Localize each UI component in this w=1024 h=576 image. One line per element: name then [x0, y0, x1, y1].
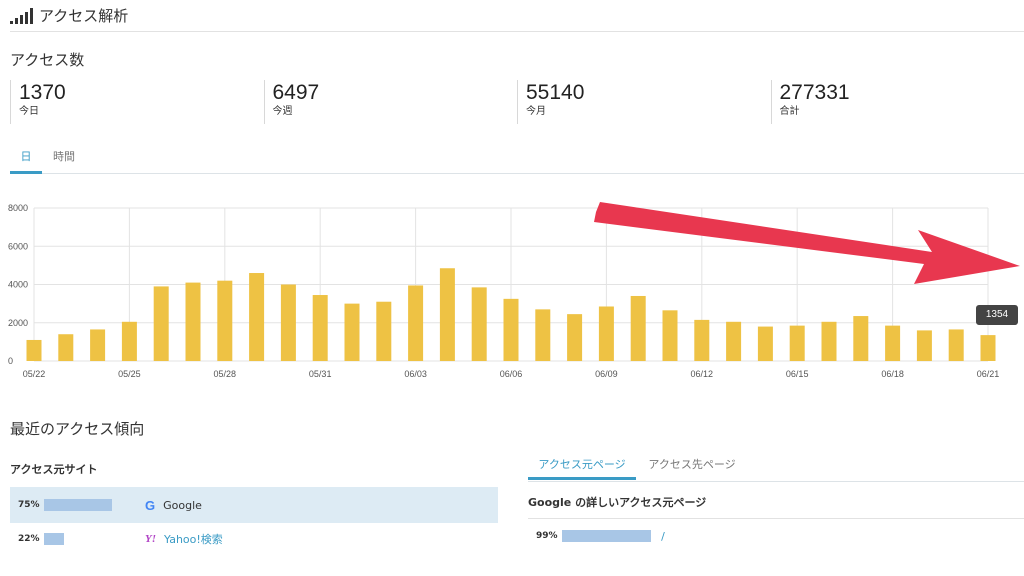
stat-month: 55140 今月: [517, 80, 771, 124]
red-arrow-annotation: [594, 202, 1020, 284]
chart-bar: [344, 303, 360, 361]
chart-bar: [948, 329, 964, 361]
chart-bar: [121, 321, 137, 361]
percent-bar: [562, 530, 652, 542]
page-title: アクセス解析: [39, 7, 129, 25]
chart-bar: [249, 273, 265, 361]
tab-day[interactable]: 日: [10, 146, 42, 174]
chart-bar: [471, 287, 487, 361]
chart-bar: [916, 330, 932, 361]
stat-value: 1370: [19, 81, 66, 104]
chart-bar: [217, 280, 233, 361]
percent-bar: [44, 499, 112, 511]
stat-value: 277331: [779, 81, 850, 104]
chart-bar: [821, 321, 837, 361]
stats-row: 1370 今日 6497 今週 55140 今月 277331 合計: [10, 80, 1024, 124]
x-tick-label: 06/09: [595, 369, 618, 379]
y-tick-label: 0: [8, 356, 13, 366]
source-row-yahoo[interactable]: 22% Y! Yahoo!検索: [10, 521, 498, 557]
chart-bar: [312, 295, 328, 361]
y-tick-label: 8000: [8, 203, 28, 213]
site-name: G Google: [145, 498, 202, 513]
period-tabs: 日 時間: [10, 146, 1024, 174]
stat-week: 6497 今週: [263, 80, 518, 124]
access-count-title: アクセス数: [10, 51, 85, 69]
chart-bar: [789, 325, 805, 361]
google-detail-title: Google の詳しいアクセス元ページ: [528, 496, 707, 509]
page-tabs: アクセス元ページ アクセス先ページ: [528, 452, 1024, 482]
percent-label: 22%: [18, 534, 40, 544]
tab-hour[interactable]: 時間: [46, 146, 82, 174]
signal-bars-icon: [10, 7, 33, 24]
chart-bar: [376, 301, 392, 361]
x-tick-label: 06/18: [881, 369, 904, 379]
x-tick-label: 05/22: [23, 369, 46, 379]
chart-bar: [980, 335, 996, 361]
y-tick-label: 2000: [8, 318, 28, 328]
chart-tooltip: 1354: [976, 305, 1018, 325]
x-tick-label: 06/03: [404, 369, 427, 379]
source-row-google[interactable]: 75% G Google: [10, 487, 498, 523]
y-tick-label: 6000: [8, 241, 28, 251]
x-tick-label: 06/06: [500, 369, 523, 379]
tab-destination-pages[interactable]: アクセス先ページ: [640, 452, 744, 480]
chart-bar: [630, 295, 646, 361]
chart-bar: [662, 310, 678, 361]
chart-bar: [598, 306, 614, 361]
page-path-link[interactable]: /: [661, 530, 665, 543]
x-tick-label: 06/15: [786, 369, 809, 379]
x-tick-label: 05/25: [118, 369, 141, 379]
chart-bar: [726, 321, 742, 361]
site-label: Google: [163, 498, 202, 512]
stat-label: 今日: [19, 106, 39, 117]
chart-bar: [567, 314, 583, 361]
chart-bar: [185, 282, 201, 361]
stat-value: 55140: [526, 81, 585, 104]
percent-label: 75%: [18, 500, 40, 510]
stat-label: 合計: [779, 106, 800, 117]
chart-bar: [408, 285, 424, 361]
chart-bar: [153, 286, 169, 361]
chart-bar: [853, 316, 869, 361]
tab-source-pages[interactable]: アクセス元ページ: [528, 452, 636, 480]
recent-trends-title: 最近のアクセス傾向: [10, 420, 145, 438]
site-name: Y! Yahoo!検索: [145, 531, 223, 547]
stat-today: 1370 今日: [10, 80, 264, 124]
chart-bar: [757, 326, 773, 361]
detail-row[interactable]: 99% /: [528, 518, 1024, 554]
chart-bar: [503, 298, 519, 361]
chart-bar: [58, 334, 74, 361]
stat-label: 今月: [526, 106, 546, 117]
x-tick-label: 06/12: [691, 369, 714, 379]
site-link[interactable]: Yahoo!検索: [164, 531, 223, 547]
yahoo-icon: Y!: [145, 533, 156, 545]
percent-label: 99%: [536, 531, 558, 541]
chart-bar: [535, 309, 551, 361]
chart-bar: [439, 268, 455, 361]
chart-bar: [280, 284, 296, 361]
y-tick-label: 4000: [8, 280, 28, 290]
stat-label: 今週: [272, 106, 293, 117]
x-tick-label: 05/31: [309, 369, 332, 379]
x-tick-label: 06/21: [977, 369, 1000, 379]
percent-bar: [44, 533, 64, 545]
stat-total: 277331 合計: [770, 80, 1024, 124]
source-sites-title: アクセス元サイト: [10, 463, 98, 476]
stat-value: 6497: [272, 81, 320, 104]
chart-bar: [694, 319, 710, 361]
page-header: アクセス解析: [10, 4, 1024, 32]
chart-bar: [90, 329, 106, 361]
google-icon: G: [145, 497, 156, 513]
x-tick-label: 05/28: [214, 369, 237, 379]
chart-bar: [26, 339, 42, 361]
chart-bar: [885, 325, 901, 361]
